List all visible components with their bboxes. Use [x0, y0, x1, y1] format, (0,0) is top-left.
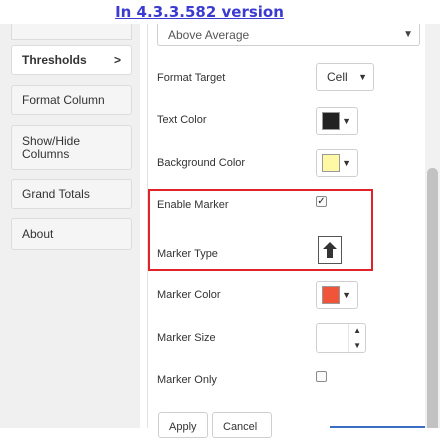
- marker-only-label: Marker Only: [157, 374, 217, 386]
- marker-size-label: Marker Size: [157, 332, 216, 344]
- text-color-picker[interactable]: ▼: [316, 107, 358, 135]
- marker-color-label: Marker Color: [157, 289, 221, 301]
- background-color-label: Background Color: [157, 157, 246, 169]
- background-color-swatch: [322, 154, 340, 172]
- stepper-up-icon[interactable]: ▲: [353, 326, 361, 335]
- marker-only-checkbox[interactable]: [316, 371, 327, 382]
- sidebar-item-grand-totals[interactable]: Grand Totals: [11, 179, 132, 209]
- sidebar-item-label: About: [22, 227, 54, 241]
- sidebar-top-item-partial[interactable]: [11, 24, 132, 40]
- marker-color-picker[interactable]: ▼: [316, 281, 358, 309]
- marker-color-swatch: [322, 286, 340, 304]
- format-target-label: Format Target: [157, 72, 226, 84]
- marker-size-stepper[interactable]: ▲ ▼: [316, 323, 366, 353]
- sidebar-item-thresholds[interactable]: Thresholds >: [11, 45, 132, 75]
- sidebar-item-about[interactable]: About: [11, 218, 132, 250]
- format-target-select[interactable]: Cell ▼: [316, 63, 374, 91]
- sidebar-item-label: Thresholds: [22, 53, 87, 67]
- caret-down-icon: ▼: [342, 116, 351, 126]
- stepper-arrows: ▲ ▼: [348, 324, 365, 352]
- background-color-picker[interactable]: ▼: [316, 149, 358, 177]
- apply-button[interactable]: Apply: [158, 412, 208, 438]
- caret-down-icon: ▼: [403, 29, 413, 40]
- sidebar-item-label: Show/Hide Columns: [22, 133, 81, 161]
- sidebar-item-format-column[interactable]: Format Column: [11, 85, 132, 115]
- caret-down-icon: ▼: [342, 158, 351, 168]
- caret-down-icon: ▼: [358, 72, 367, 82]
- stepper-down-icon[interactable]: ▼: [353, 341, 361, 350]
- format-target-value: Cell: [327, 70, 348, 84]
- chevron-right-icon: >: [113, 53, 121, 67]
- caret-down-icon: ▼: [342, 290, 351, 300]
- sidebar-item-label: Format Column: [22, 93, 105, 107]
- version-caption: In 4.3.3.582 version: [115, 3, 284, 21]
- cancel-button[interactable]: Cancel: [212, 412, 272, 438]
- sidebar-item-show-hide-columns[interactable]: Show/Hide Columns: [11, 125, 132, 170]
- sidebar-item-label: Grand Totals: [22, 187, 90, 201]
- marker-settings-highlight: [148, 189, 373, 271]
- threshold-condition-value: Above Average: [168, 27, 250, 42]
- threshold-condition-select[interactable]: Above Average ▼: [157, 24, 420, 46]
- text-color-swatch: [322, 112, 340, 130]
- scrollbar-thumb[interactable]: [427, 168, 438, 428]
- text-color-label: Text Color: [157, 114, 207, 126]
